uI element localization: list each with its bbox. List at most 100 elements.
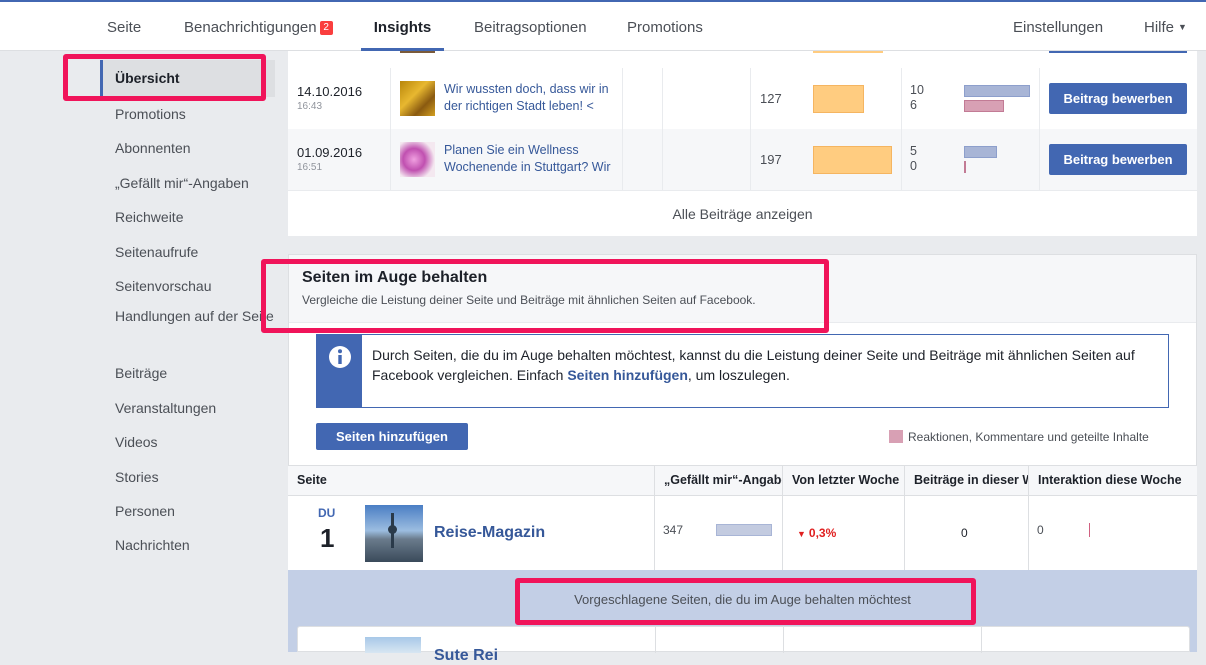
insights-sidebar: Übersicht Promotions Abonnenten „Gefällt… [100,60,275,563]
column-header-change[interactable]: Von letzter Woche [782,465,904,496]
info-text: Durch Seiten, die du im Auge behalten mö… [372,345,1167,385]
sidebar-item-handlungen[interactable]: Handlungen auf der Seite [100,303,275,356]
show-all-posts-link[interactable]: Alle Beiträge anzeigen [288,190,1197,236]
down-arrow-icon: ▼ [797,529,806,539]
info-sidebar [317,335,362,407]
post-clicks: 5 [910,144,917,158]
reach-bar [813,146,892,174]
legend-swatch [889,430,903,443]
reactions-bar [964,100,1004,112]
post-clicks: 10 [910,83,924,97]
sidebar-item-abonnenten[interactable]: Abonnenten [100,131,275,165]
change-percent: 0,3% [808,526,837,540]
reach-bar [813,85,864,113]
reactions-bar [964,161,966,173]
highlight-box [63,54,266,101]
clicks-bar [964,85,1030,97]
tab-beitragsoptionen[interactable]: Beitragsoptionen [474,2,587,51]
type-cell [623,68,663,129]
legend: Reaktionen, Kommentare und geteilte Inha… [889,430,1149,444]
column-header-likes[interactable]: „Gefällt mir“-Angaben [654,465,782,496]
post-thumbnail[interactable] [400,81,435,116]
sidebar-item-seitenvorschau[interactable]: Seitenvorschau [100,269,275,303]
caret-down-icon: ▼ [1178,22,1187,32]
sidebar-item-promotions[interactable]: Promotions [100,97,275,131]
post-thumbnail[interactable] [400,142,435,177]
add-pages-link[interactable]: Seiten hinzufügen [567,367,688,383]
settings-link[interactable]: Einstellungen [1013,2,1103,51]
type-cell [623,129,663,190]
help-label: Hilfe [1144,19,1175,36]
tower-sphere [388,525,397,534]
likes-bar [716,524,772,536]
highlight-box [515,578,976,625]
column-header-posts[interactable]: Beiträge in dieser Woche [904,465,1028,496]
info-box: Durch Seiten, die du im Auge behalten mö… [316,334,1169,408]
tab-insights[interactable]: Insights [361,2,444,51]
targeting-cell [663,129,751,190]
top-navigation: Seite Benachrichtigungen 2 Insights Beitr… [0,0,1206,51]
notification-badge: 2 [319,21,333,35]
col-divider [654,496,655,570]
page-name-link[interactable]: Reise-Magazin [434,524,545,542]
col-divider [904,496,905,570]
info-icon [329,346,351,368]
engagement-cell [901,129,1040,190]
col-divider [783,627,784,653]
post-reactions: 6 [910,98,917,112]
column-header-engagement[interactable]: Interaktion diese Woche [1028,465,1197,496]
table-row: 14.10.2016 16:43 Wir wussten doch, dass … [288,68,1197,173]
col-divider [655,627,656,653]
sidebar-item-personen[interactable]: Personen [100,494,275,528]
post-date: 01.09.2016 [297,145,363,160]
engagement-bar [1089,523,1090,537]
boost-post-button[interactable]: Beitrag bewerben [1049,144,1187,175]
previous-row-button[interactable] [1049,51,1187,53]
tab-benachrichtigungen[interactable]: Benachrichtigungen 2 [184,2,333,51]
sidebar-item-veranstaltungen[interactable]: Veranstaltungen [100,391,275,425]
column-header-seite[interactable]: Seite [288,465,654,496]
post-time: 16:43 [297,101,323,112]
likes-value: 347 [663,523,684,537]
sidebar-item-videos[interactable]: Videos [100,425,275,459]
boost-post-button[interactable]: Beitrag bewerben [1049,83,1187,114]
previous-row-thumb [400,51,435,53]
clicks-bar [964,146,997,158]
col-divider [981,627,982,653]
targeting-cell [663,68,751,129]
previous-row-bar [813,51,883,53]
post-time: 16:51 [297,162,323,173]
rank: 1 [320,523,335,553]
sidebar-item-gefaellt-mir[interactable]: „Gefällt mir“-Angaben [100,166,275,200]
sidebar-item-nachrichten[interactable]: Nachrichten [100,528,275,562]
post-text-link[interactable]: Planen Sie ein Wellness Wochenende in St… [444,142,612,177]
sidebar-item-reichweite[interactable]: Reichweite [100,200,275,234]
legend-label: Reaktionen, Kommentare und geteilte Inha… [908,430,1149,444]
sidebar-item-stories[interactable]: Stories [100,460,275,494]
col-divider [782,496,783,570]
post-engagement-values: 10 6 [910,83,924,113]
page-avatar[interactable] [365,505,423,562]
post-date: 14.10.2016 [297,84,363,99]
suggested-page-card: Sute Rei [297,626,1190,664]
add-pages-button[interactable]: Seiten hinzufügen [316,423,468,450]
tab-benachrichtigungen-label: Benachrichtigungen [184,19,317,36]
post-engagement-values: 50 [910,144,917,174]
post-reactions: 0 [910,159,917,173]
posts-value: 0 [961,526,968,540]
suggested-page-avatar[interactable] [365,637,421,653]
help-menu[interactable]: Hilfe ▼ [1144,2,1187,51]
post-reach: 127 [760,91,782,106]
sidebar-item-beitraege[interactable]: Beiträge [100,356,275,390]
sidebar-item-seitenaufrufe[interactable]: Seitenaufrufe [100,235,275,269]
post-reach: 197 [760,152,782,167]
post-text-link[interactable]: Wir wussten doch, dass wir in der richti… [444,81,612,116]
table-row: 01.09.2016 16:51 Planen Sie ein Wellness… [288,129,1197,295]
you-label: DU [318,506,336,520]
highlight-box [261,259,829,333]
tab-promotions[interactable]: Promotions [627,2,703,51]
tab-seite[interactable]: Seite [107,2,141,51]
col-divider [1028,496,1029,570]
suggested-page-name[interactable]: Sute Rei [434,647,498,665]
change-value: ▼ 0,3% [797,526,836,540]
